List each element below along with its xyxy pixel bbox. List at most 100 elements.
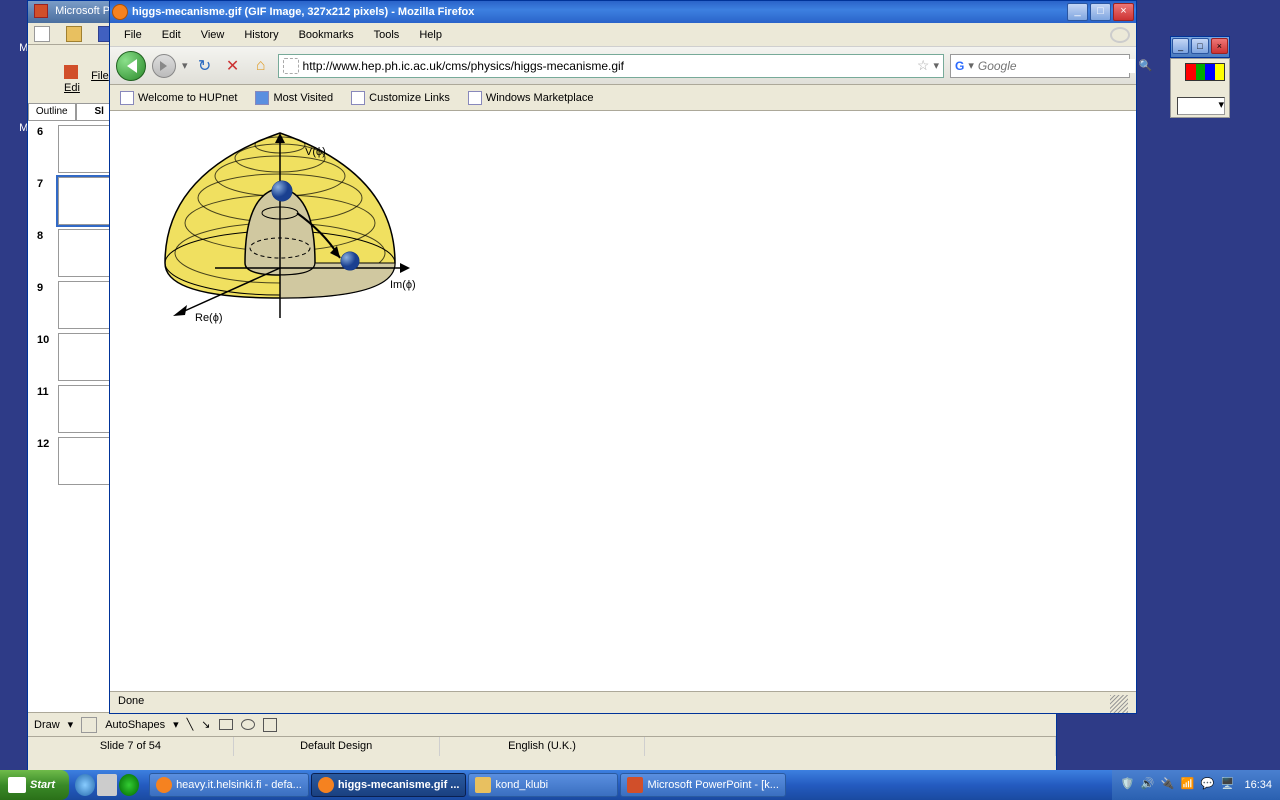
line-icon[interactable]: ╲ [187,718,194,731]
close-btn[interactable]: × [1211,38,1228,54]
menu-history[interactable]: History [236,26,286,44]
draw-menu[interactable]: Draw [34,719,60,731]
menubar[interactable]: File Edit View History Bookmarks Tools H… [110,23,1136,47]
google-icon[interactable]: G [955,59,964,73]
url-input[interactable] [303,59,913,73]
rect-icon[interactable] [219,719,233,730]
status-extra [645,737,1056,756]
task-button[interactable]: higgs-mecanisme.gif ... [311,773,467,797]
bookmark-item[interactable]: Windows Marketplace [464,89,598,107]
dropdown-icon[interactable]: ▾ [182,59,188,72]
maximize-button[interactable]: □ [1090,3,1111,21]
ppt-icon [34,4,48,18]
most-visited-icon [255,91,269,105]
tray-icon[interactable]: 🖥️ [1220,777,1236,793]
new-icon[interactable] [34,26,50,42]
ppt-statusbar: Slide 7 of 54 Default Design English (U.… [28,736,1056,756]
bookmark-item[interactable]: Customize Links [347,89,454,107]
textbox-icon[interactable] [263,718,277,732]
status-lang: English (U.K.) [440,737,646,756]
menu-edit[interactable]: Edit [154,26,189,44]
task-button[interactable]: kond_klubi [468,773,618,797]
background-window-toolbar: ▾ [1170,58,1230,118]
task-buttons: heavy.it.helsinki.fi - defa... higgs-mec… [145,773,1112,797]
tray-icon[interactable]: 🛡️ [1120,777,1136,793]
maximize-btn[interactable]: □ [1191,38,1208,54]
navigation-toolbar: ▾ ↻ ✕ ⌂ ☆ ▾ G▾ 🔍 [110,47,1136,85]
ppt-menu-file[interactable]: File [91,70,109,82]
content-area: V(ϕ) Im(ϕ) Re(ϕ) [110,111,1136,691]
powerpoint-icon [627,777,643,793]
arrow-icon[interactable]: ↘ [201,718,210,731]
folder-icon [475,777,491,793]
statusbar: Done [110,691,1136,713]
open-icon[interactable] [66,26,82,42]
site-favicon [283,58,299,74]
task-button[interactable]: heavy.it.helsinki.fi - defa... [149,773,309,797]
star-icon[interactable]: ☆ [917,57,930,74]
menu-bookmarks[interactable]: Bookmarks [291,26,362,44]
url-bar[interactable]: ☆ ▾ [278,54,944,78]
resize-handle[interactable] [1110,695,1128,713]
background-window-controls[interactable]: _ □ × [1170,36,1230,58]
tray-icon[interactable]: 🔌 [1160,777,1176,793]
taskbar: Start heavy.it.helsinki.fi - defa... hig… [0,770,1280,800]
back-button[interactable] [116,51,146,81]
pointer-icon[interactable] [81,717,97,733]
titlebar[interactable]: higgs-mecanisme.gif (GIF Image, 327x212 … [110,1,1136,23]
media-icon[interactable] [119,774,139,796]
ellipse-icon[interactable] [241,719,255,730]
close-button[interactable]: × [1113,3,1134,21]
forward-button[interactable] [152,54,176,78]
axis-v-label: V(ϕ) [305,146,326,158]
system-tray[interactable]: 🛡️ 🔊 🔌 📶 💬 🖥️ 16:34 [1112,770,1280,800]
axis-im-label: Im(ϕ) [390,279,416,291]
ppt-menu-edit[interactable]: Edi [64,82,80,94]
firefox-icon [112,4,128,20]
ie-icon[interactable] [75,774,95,796]
search-bar[interactable]: G▾ 🔍 [950,54,1130,78]
search-icon[interactable]: 🔍 [1139,59,1153,72]
menu-tools[interactable]: Tools [366,26,408,44]
bookmarks-toolbar[interactable]: Welcome to HUPnet Most Visited Customize… [110,85,1136,111]
throbber-icon [1110,27,1130,43]
bookmark-item[interactable]: Most Visited [251,89,337,107]
minimize-btn[interactable]: _ [1172,38,1189,54]
desktop-icon[interactable] [97,774,117,796]
page-icon [120,91,134,105]
windows-flag-icon [8,777,26,793]
autoshapes-menu[interactable]: AutoShapes [105,719,165,731]
menu-help[interactable]: Help [411,26,450,44]
axis-re-label: Re(ϕ) [195,312,223,324]
clock[interactable]: 16:34 [1244,779,1272,791]
start-label: Start [30,779,55,791]
stop-button[interactable]: ✕ [222,55,244,77]
tray-icon[interactable]: 💬 [1200,777,1216,793]
status-text: Done [118,695,1110,710]
higgs-image: V(ϕ) Im(ϕ) Re(ϕ) [115,113,442,325]
quick-launch[interactable] [69,774,145,796]
window-title: higgs-mecanisme.gif (GIF Image, 327x212 … [132,6,1067,18]
bookmark-item[interactable]: Welcome to HUPnet [116,89,241,107]
menu-view[interactable]: View [193,26,233,44]
status-design: Default Design [234,737,440,756]
tray-icon[interactable]: 🔊 [1140,777,1156,793]
firefox-window: higgs-mecanisme.gif (GIF Image, 327x212 … [109,0,1137,714]
status-slide: Slide 7 of 54 [28,737,234,756]
minimize-button[interactable]: _ [1067,3,1088,21]
draw-toolbar[interactable]: Draw▾ AutoShapes▾ ╲ ↘ [28,712,1056,736]
page-icon [468,91,482,105]
page-icon [351,91,365,105]
firefox-icon [318,777,334,793]
task-button[interactable]: Microsoft PowerPoint - [k... [620,773,785,797]
search-input[interactable] [978,59,1135,73]
reload-button[interactable]: ↻ [194,55,216,77]
tab-outline[interactable]: Outline [28,103,76,120]
start-button[interactable]: Start [0,770,69,800]
tray-icon[interactable]: 📶 [1180,777,1196,793]
ppt-title-text: Microsoft P [55,5,110,17]
home-button[interactable]: ⌂ [250,55,272,77]
firefox-icon [156,777,172,793]
dropdown-icon[interactable]: ▾ [933,59,939,72]
menu-file[interactable]: File [116,26,150,44]
